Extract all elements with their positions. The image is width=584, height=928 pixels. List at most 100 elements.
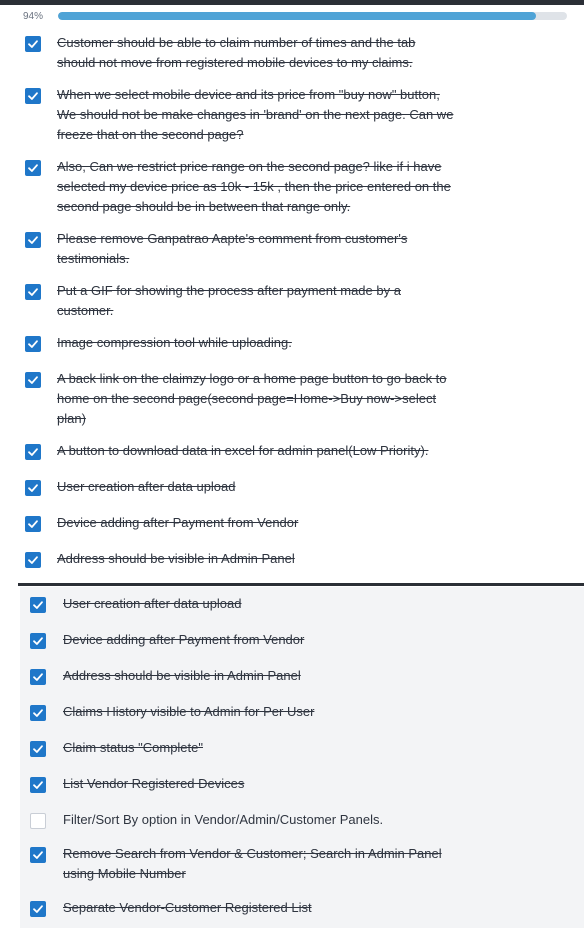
checklist-panel-2: User creation after data upload Device ad… bbox=[20, 587, 584, 928]
checkbox-checked[interactable] bbox=[30, 633, 46, 649]
checklist-item-line: Address should be visible in Admin Panel bbox=[63, 668, 301, 683]
checklist-item-line: should not move from registered mobile d… bbox=[57, 55, 413, 70]
checkbox-checked[interactable] bbox=[30, 901, 46, 917]
checklist-item: Put a GIF for showing the process after … bbox=[0, 281, 584, 321]
checklist-item: A back link on the claimzy logo or a hom… bbox=[0, 369, 584, 429]
check-icon bbox=[33, 601, 43, 609]
checklist-item-line: Address should be visible in Admin Panel bbox=[57, 551, 295, 566]
checklist-item: Image compression tool while uploading. bbox=[0, 333, 584, 353]
checklist-item-line: Put a GIF for showing the process after … bbox=[57, 283, 401, 298]
checklist-item-text: Please remove Ganpatrao Aapte's comment … bbox=[57, 229, 407, 269]
check-icon bbox=[33, 781, 43, 789]
checklist-item-text: Separate Vendor-Customer Registered List bbox=[63, 898, 312, 918]
checkbox-checked[interactable] bbox=[30, 669, 46, 685]
check-icon bbox=[28, 340, 38, 348]
checklist-item: User creation after data upload bbox=[20, 594, 584, 614]
checklist-item-line: Claims History visible to Admin for Per … bbox=[63, 704, 315, 719]
check-icon bbox=[28, 556, 38, 564]
checkbox-checked[interactable] bbox=[25, 232, 41, 248]
checklist-item: Customer should be able to claim number … bbox=[0, 33, 584, 73]
checklist-item-text: Image compression tool while uploading. bbox=[57, 333, 292, 353]
checkbox-checked[interactable] bbox=[25, 552, 41, 568]
checklist-item-line: We should not be make changes in 'brand'… bbox=[57, 107, 454, 122]
check-icon bbox=[28, 448, 38, 456]
checkbox-checked[interactable] bbox=[25, 480, 41, 496]
checklist-item-text: When we select mobile device and its pri… bbox=[57, 85, 453, 145]
checklist-progress: 94% bbox=[0, 5, 584, 28]
checklist-item-line: A button to download data in excel for a… bbox=[57, 443, 429, 458]
checklist-item-line: When we select mobile device and its pri… bbox=[57, 87, 440, 102]
checkbox-checked[interactable] bbox=[25, 88, 41, 104]
progress-bar bbox=[58, 12, 567, 20]
checklist-item-line: Also, Can we restrict price range on the… bbox=[57, 159, 442, 174]
checklist-item-line: customer. bbox=[57, 303, 114, 318]
check-icon bbox=[33, 709, 43, 717]
check-icon bbox=[28, 520, 38, 528]
checkbox-checked[interactable] bbox=[30, 597, 46, 613]
checkbox-checked[interactable] bbox=[30, 705, 46, 721]
checkbox-checked[interactable] bbox=[25, 372, 41, 388]
checklist-item: List Vendor Registered Devices bbox=[20, 774, 584, 794]
checklist-item: Claim status "Complete" bbox=[20, 738, 584, 758]
checklist-item-line: User creation after data upload bbox=[63, 596, 242, 611]
checklist-item-line: Claim status "Complete" bbox=[63, 740, 203, 755]
progress-percent: 94% bbox=[23, 11, 44, 22]
checklist-item-text: Device adding after Payment from Vendor bbox=[57, 513, 298, 533]
checklist-item-text: Address should be visible in Admin Panel bbox=[63, 666, 301, 686]
checklist-item-text: Claims History visible to Admin for Per … bbox=[63, 702, 314, 722]
checklist-item-line: Separate Vendor-Customer Registered List bbox=[63, 900, 312, 915]
checklist-item: A button to download data in excel for a… bbox=[0, 441, 584, 461]
check-icon bbox=[28, 288, 38, 296]
checklist-item-line: second page should be in between that ra… bbox=[57, 199, 351, 214]
checklist-item-line: Please remove Ganpatrao Aapte's comment … bbox=[57, 231, 408, 246]
check-icon bbox=[28, 92, 38, 100]
checkbox-checked[interactable] bbox=[25, 284, 41, 300]
check-icon bbox=[33, 637, 43, 645]
check-icon bbox=[28, 236, 38, 244]
checklist-item-text: A back link on the claimzy logo or a hom… bbox=[57, 369, 447, 429]
checklist-item-text: Put a GIF for showing the process after … bbox=[57, 281, 401, 321]
checklist-item-text: Claim status "Complete" bbox=[63, 738, 203, 758]
progress-fill bbox=[58, 12, 537, 20]
checklist-item-text: List Vendor Registered Devices bbox=[63, 774, 244, 794]
checklist-item-line: testimonials. bbox=[57, 251, 130, 266]
checklist-item-text: Address should be visible in Admin Panel bbox=[57, 549, 295, 569]
screenshot-divider bbox=[18, 583, 584, 586]
checklist-item: Address should be visible in Admin Panel bbox=[0, 549, 584, 569]
checkbox-checked[interactable] bbox=[30, 741, 46, 757]
checklist-item: Remove Search from Vendor & Customer; Se… bbox=[20, 844, 584, 884]
checkbox-checked[interactable] bbox=[25, 160, 41, 176]
checklist-item-line: Remove Search from Vendor & Customer; Se… bbox=[63, 846, 442, 861]
checklist-item: When we select mobile device and its pri… bbox=[0, 85, 584, 145]
checklist-item-line: Device adding after Payment from Vendor bbox=[57, 515, 299, 530]
checkbox-checked[interactable] bbox=[30, 847, 46, 863]
checklist-item: Separate Vendor-Customer Registered List bbox=[20, 898, 584, 918]
check-icon bbox=[28, 376, 38, 384]
checklist-item-line: Image compression tool while uploading. bbox=[57, 335, 292, 350]
checklist-item-text: User creation after data upload bbox=[63, 594, 242, 614]
check-icon bbox=[28, 164, 38, 172]
checklist-item-line: List Vendor Registered Devices bbox=[63, 776, 245, 791]
checklist-item: Device adding after Payment from Vendor bbox=[0, 513, 584, 533]
checkbox-unchecked[interactable] bbox=[30, 813, 46, 829]
checklist-item-line: using Mobile Number bbox=[63, 866, 186, 881]
check-icon bbox=[33, 745, 43, 753]
checklist-item-line: freeze that on the second page? bbox=[57, 127, 244, 142]
checkbox-checked[interactable] bbox=[25, 444, 41, 460]
checklist-item-text: Filter/Sort By option in Vendor/Admin/Cu… bbox=[63, 810, 383, 830]
checklist-item-line: selected my device price as 10k - 15k , … bbox=[57, 179, 451, 194]
checklist-item-line: plan) bbox=[57, 411, 86, 426]
checkbox-checked[interactable] bbox=[25, 336, 41, 352]
checklist-item: Device adding after Payment from Vendor bbox=[20, 630, 584, 650]
check-icon bbox=[33, 673, 43, 681]
check-icon bbox=[28, 40, 38, 48]
checkbox-checked[interactable] bbox=[30, 777, 46, 793]
checklist-item-text: Remove Search from Vendor & Customer; Se… bbox=[63, 844, 442, 884]
checklist-item: Claims History visible to Admin for Per … bbox=[20, 702, 584, 722]
checklist-item-line: Device adding after Payment from Vendor bbox=[63, 632, 305, 647]
checklist-item-line: A back link on the claimzy logo or a hom… bbox=[57, 371, 447, 386]
checklist-item: Also, Can we restrict price range on the… bbox=[0, 157, 584, 217]
checklist-item-line: home on the second page(second page=Home… bbox=[57, 391, 437, 406]
checkbox-checked[interactable] bbox=[25, 36, 41, 52]
checkbox-checked[interactable] bbox=[25, 516, 41, 532]
